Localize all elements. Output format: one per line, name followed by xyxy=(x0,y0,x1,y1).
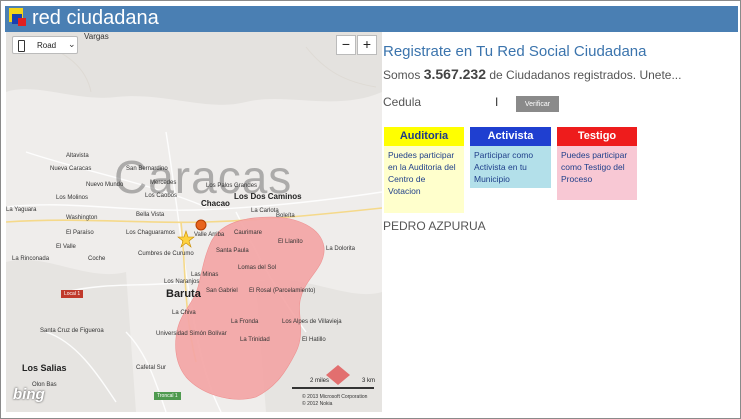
map-label: Santa Paula xyxy=(216,248,249,254)
bing-logo[interactable]: bing xyxy=(13,386,45,403)
map-label: Coche xyxy=(88,256,106,262)
user-name: PEDRO AZPURUA xyxy=(383,219,486,233)
map-label: Los Salias xyxy=(22,363,67,373)
map-label-vargas: Vargas xyxy=(84,32,109,41)
map-label: Santa Cruz de Figueroa xyxy=(40,328,104,334)
verify-button[interactable]: Verificar xyxy=(516,96,559,112)
map-label: Lomas del Sol xyxy=(238,265,277,271)
browser-frame: red ciudadana Vargas Caracas Altavista N… xyxy=(0,0,741,419)
map-label: Washington xyxy=(66,215,98,221)
zoom-out-button[interactable]: − xyxy=(336,35,356,55)
map-copyright: © 2013 Microsoft Corporation © 2012 Noki… xyxy=(302,394,367,408)
map-label: El Paraíso xyxy=(66,230,94,236)
role-description: Participar como Activista en tu Municipi… xyxy=(470,146,551,188)
map-view[interactable]: Vargas Caracas Altavista Nueva Caracas S… xyxy=(6,32,382,412)
map-label: Boleíta xyxy=(276,213,295,219)
registration-panel: Registrate en Tu Red Social Ciudadana So… xyxy=(383,32,738,412)
registration-count-line: Somos 3.567.232 de Ciudadanos registrado… xyxy=(383,66,681,82)
page-title: Registrate en Tu Red Social Ciudadana xyxy=(383,43,647,60)
map-label: Cafetal Sur xyxy=(136,365,167,371)
role-title[interactable]: Auditoria xyxy=(384,127,464,146)
map-label: Bella Vista xyxy=(136,212,165,218)
map-label: Los Alpes de Villavieja xyxy=(282,319,342,325)
cedula-label: Cedula xyxy=(383,95,422,109)
map-type-select[interactable]: Road ⌄ xyxy=(12,36,78,54)
text-cursor-icon: I xyxy=(495,95,499,109)
map-label: La Dolorita xyxy=(326,246,356,252)
map-label: La Trinidad xyxy=(240,337,270,343)
app-title: red ciudadana xyxy=(32,7,159,29)
map-label: La Yaguara xyxy=(6,207,37,213)
copyright-line: © 2012 Nokia xyxy=(302,401,333,407)
map-canvas xyxy=(6,32,382,412)
role-card-activista[interactable]: Activista Participar como Activista en t… xyxy=(470,127,551,188)
count-prefix: Somos xyxy=(383,68,421,82)
map-label: Caurimare xyxy=(234,230,263,236)
map-label: El Hatillo xyxy=(302,337,326,343)
registered-count: 3.567.232 xyxy=(423,66,486,82)
map-label: Nuevo Mundo xyxy=(86,182,124,188)
map-label: Los Dos Caminos xyxy=(234,192,302,201)
map-label: San Bernardino xyxy=(126,166,168,172)
map-label: Universidad Simón Bolívar xyxy=(156,331,227,337)
chevron-down-icon: ⌄ xyxy=(68,39,76,49)
count-suffix: de Ciudadanos registrados. Unete... xyxy=(489,68,682,82)
scale-km: 3 km xyxy=(362,378,376,384)
map-label: La Carlota xyxy=(251,208,279,214)
phone-icon xyxy=(18,40,25,52)
role-title[interactable]: Testigo xyxy=(557,127,637,146)
map-label: Valle Arriba xyxy=(194,232,225,238)
role-card-auditoria[interactable]: Auditoria Puedes participar en la Audito… xyxy=(384,127,464,213)
map-label: Los Molinos xyxy=(56,195,89,201)
map-label: El Rosal (Parcelamiento) xyxy=(249,288,316,294)
map-label: Los Caobos xyxy=(145,193,178,199)
map-label: San Gabriel xyxy=(206,288,238,294)
map-label: La Fronda xyxy=(231,319,259,325)
map-label: Nueva Caracas xyxy=(50,166,92,172)
map-label: Las Minas xyxy=(191,272,219,278)
map-label: La Chiva xyxy=(172,310,196,316)
role-card-testigo[interactable]: Testigo Puedes participar como Testigo d… xyxy=(557,127,637,200)
map-label: Mercedes xyxy=(150,180,177,186)
copyright-line: © 2013 Microsoft Corporation xyxy=(302,394,368,400)
map-label: Altavista xyxy=(66,153,89,159)
map-label: El Llanito xyxy=(278,239,303,245)
map-label: Los Naranjos xyxy=(164,279,200,285)
red-ciudadana-logo-icon xyxy=(9,8,29,28)
map-label: Baruta xyxy=(166,288,201,300)
zoom-in-button[interactable]: + xyxy=(357,35,377,55)
app-header: red ciudadana xyxy=(5,6,738,32)
map-label: Los Chaguaramos xyxy=(126,230,176,236)
map-label: La Rinconada xyxy=(12,256,50,262)
route-shield: Local 1 xyxy=(61,290,84,298)
route-shield: Troncal 1 xyxy=(154,392,181,400)
cedula-input[interactable] xyxy=(423,93,501,110)
map-label: Chacao xyxy=(201,199,230,208)
map-label: El Valle xyxy=(56,244,76,250)
scale-miles: 2 miles xyxy=(310,378,330,384)
role-description: Puedes participar en la Auditoria del Ce… xyxy=(384,146,464,213)
map-label: Los Palos Grandes xyxy=(206,183,258,189)
role-title[interactable]: Activista xyxy=(470,127,551,146)
map-type-value: Road xyxy=(37,41,57,50)
role-description: Puedes participar como Testigo del Proce… xyxy=(557,146,637,200)
map-label: Cumbres de Curumo xyxy=(138,251,194,257)
